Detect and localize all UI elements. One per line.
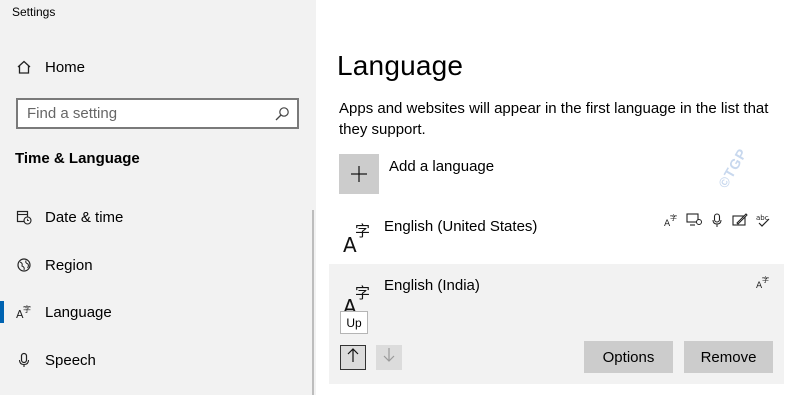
plus-icon[interactable] bbox=[339, 154, 379, 194]
calendar-clock-icon bbox=[15, 208, 33, 226]
options-button[interactable]: Options bbox=[584, 341, 673, 373]
nav-region[interactable]: Region bbox=[0, 245, 316, 285]
svg-text:字: 字 bbox=[355, 222, 370, 240]
nav-language[interactable]: A字 Language bbox=[0, 292, 316, 332]
nav-speech[interactable]: Speech bbox=[0, 340, 316, 380]
language-features: A字 bbox=[755, 274, 771, 290]
home-icon bbox=[15, 58, 33, 76]
nav-date-time[interactable]: Date & time bbox=[0, 197, 316, 237]
speech-recognition-icon bbox=[709, 212, 725, 228]
nav-home[interactable]: Home bbox=[0, 47, 316, 87]
arrow-up-icon bbox=[346, 347, 360, 368]
window-title: Settings bbox=[12, 5, 56, 19]
globe-icon bbox=[15, 256, 33, 274]
section-title: Time & Language bbox=[15, 150, 140, 167]
language-icon: A字 bbox=[343, 216, 375, 257]
move-up-button[interactable] bbox=[340, 345, 366, 370]
svg-text:字: 字 bbox=[670, 213, 677, 222]
display-language-icon: A字 bbox=[755, 274, 771, 290]
spellcheck-icon: abc bbox=[755, 212, 771, 228]
sidebar-scrollbar[interactable] bbox=[312, 210, 314, 395]
watermark: ©TGP bbox=[714, 145, 751, 191]
search-icon[interactable] bbox=[274, 106, 290, 122]
handwriting-icon bbox=[732, 212, 748, 228]
display-language-icon: A字 bbox=[663, 212, 679, 228]
nav-date-time-label: Date & time bbox=[45, 208, 124, 226]
language-name: English (India) bbox=[384, 277, 480, 294]
page-description: Apps and websites will appear in the fir… bbox=[339, 100, 769, 138]
settings-sidebar: Settings Home Time & Language Date & tim… bbox=[0, 0, 316, 395]
move-down-button[interactable] bbox=[376, 345, 402, 370]
nav-home-label: Home bbox=[45, 58, 86, 76]
nav-language-label: Language bbox=[45, 303, 112, 321]
search-input[interactable] bbox=[18, 105, 258, 122]
language-item-en-us[interactable]: A字 English (United States) A字 abc bbox=[329, 202, 784, 260]
add-language-button[interactable]: Add a language bbox=[339, 154, 494, 194]
main-content: Language Apps and websites will appear i… bbox=[316, 0, 800, 395]
remove-button[interactable]: Remove bbox=[684, 341, 773, 373]
page-title: Language bbox=[337, 50, 464, 81]
arrow-down-icon bbox=[382, 347, 396, 368]
language-features: A字 abc bbox=[663, 212, 771, 228]
text-to-speech-icon bbox=[686, 212, 702, 228]
up-tooltip: Up bbox=[340, 311, 368, 334]
language-name: English (United States) bbox=[384, 218, 538, 235]
microphone-icon bbox=[15, 351, 33, 369]
search-box[interactable] bbox=[16, 98, 299, 129]
svg-text:字: 字 bbox=[355, 284, 370, 302]
language-icon: A字 bbox=[15, 303, 33, 321]
svg-text:字: 字 bbox=[23, 304, 31, 314]
language-item-en-in[interactable]: A字 English (India) A字 Up Options Remove bbox=[329, 264, 784, 384]
add-language-label: Add a language bbox=[389, 158, 495, 175]
svg-text:字: 字 bbox=[762, 275, 769, 284]
nav-speech-label: Speech bbox=[45, 351, 96, 369]
nav-region-label: Region bbox=[45, 256, 93, 274]
